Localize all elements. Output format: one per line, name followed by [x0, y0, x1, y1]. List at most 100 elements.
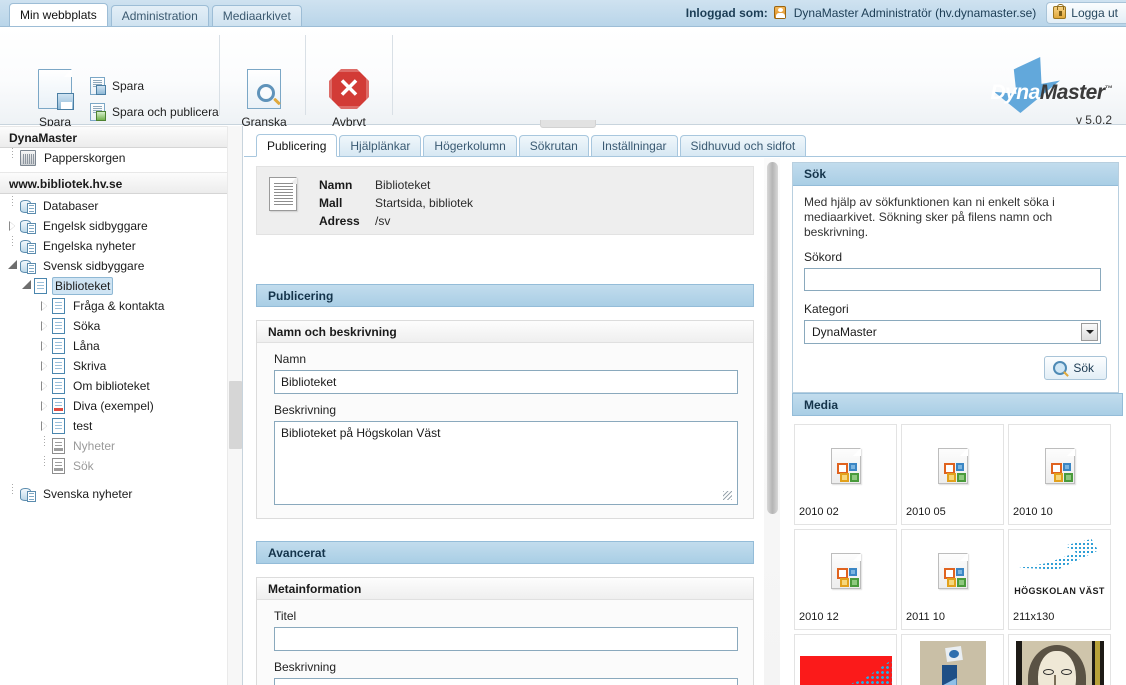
chevron-right-icon[interactable] — [38, 396, 52, 416]
media-thumbnail — [799, 639, 892, 685]
ribbon-collapse-handle[interactable] — [540, 120, 596, 128]
page-icon — [52, 318, 65, 334]
tab-hjalplankar[interactable]: Hjälplänkar — [339, 135, 422, 156]
sidebar-item-engelsk-sidbyggare[interactable]: Engelsk sidbyggare — [0, 216, 242, 236]
publicering-form-scroll-area: Namn Biblioteket Mall Startsida, bibliot… — [244, 158, 774, 685]
chevron-down-icon[interactable] — [20, 276, 34, 296]
sidebar-item-soka[interactable]: Söka — [0, 316, 242, 336]
section-header-publicering: Publicering — [256, 284, 754, 307]
dynamaster-logo: DynaMaster™ v 5.0.2 — [990, 57, 1112, 127]
sidebar-item-test[interactable]: test — [0, 416, 242, 436]
media-thumbnail — [906, 639, 999, 685]
chevron-right-icon[interactable] — [38, 296, 52, 316]
tab-sokrutan[interactable]: Sökrutan — [518, 135, 589, 156]
media-item[interactable] — [794, 634, 897, 685]
save-publish-icon — [90, 103, 106, 121]
tab-sidhuvud-och-sidfot[interactable]: Sidhuvud och sidfot — [679, 135, 807, 156]
media-item-name: 2011 10 — [906, 611, 945, 623]
preview-button[interactable]: Granska — [231, 69, 297, 129]
page-icon — [52, 358, 65, 374]
document-icon — [269, 177, 297, 211]
sidebar-item-om-biblioteket[interactable]: Om biblioteket — [0, 376, 242, 396]
sidebar-item-engelska-nyheter[interactable]: Engelska nyheter — [0, 236, 242, 256]
media-thumbnail — [799, 429, 892, 503]
chevron-right-icon[interactable] — [38, 416, 52, 436]
sidebar-item-lana[interactable]: Låna — [0, 336, 242, 356]
page-info-table: Namn Biblioteket Mall Startsida, bibliot… — [319, 176, 473, 230]
cancel-button[interactable]: ✕ Avbryt — [316, 69, 382, 129]
top-tab-label: Administration — [121, 9, 198, 23]
sidebar-item-label: Svenska nyheter — [43, 487, 133, 501]
ribbon-divider — [392, 35, 393, 115]
tab-installningar[interactable]: Inställningar — [590, 135, 678, 156]
beskrivning-textarea[interactable] — [274, 421, 738, 505]
sidebar-scrollbar-thumb[interactable] — [229, 381, 242, 449]
textarea-resize-handle[interactable] — [723, 491, 732, 500]
media-item[interactable] — [1008, 634, 1111, 685]
info-value: Startsida, bibliotek — [375, 196, 474, 210]
media-panel-title: Media — [792, 393, 1123, 416]
save-menu-item[interactable]: Spara — [90, 77, 144, 95]
chevron-down-icon[interactable] — [1081, 323, 1098, 341]
media-item[interactable]: 2010 02 — [794, 424, 897, 525]
tab-publicering[interactable]: Publicering — [256, 134, 338, 157]
save-button[interactable]: Spara — [22, 69, 88, 129]
chevron-right-icon[interactable] — [38, 316, 52, 336]
sidebar-item-diva-exempel[interactable]: Diva (exempel) — [0, 396, 242, 416]
media-item[interactable] — [901, 634, 1004, 685]
media-thumbnail — [1013, 429, 1106, 503]
top-tab-mediaarkivet[interactable]: Mediaarkivet — [211, 5, 302, 26]
form-scrollbar-thumb[interactable] — [767, 162, 778, 514]
page-info-row-adress: Adress /sv — [319, 212, 473, 230]
logo-text-dyna: Dyna — [990, 81, 1040, 104]
chevron-down-icon[interactable] — [6, 256, 20, 276]
search-icon — [1053, 361, 1068, 375]
media-item[interactable]: 2011 10 — [901, 529, 1004, 630]
sidebar-item-svensk-sidbyggare[interactable]: Svensk sidbyggare — [0, 256, 242, 276]
media-item[interactable]: 2010 10 — [1008, 424, 1111, 525]
user-icon — [773, 6, 786, 19]
kategori-select[interactable]: DynaMaster — [804, 320, 1101, 344]
page-red-icon — [52, 398, 65, 414]
sidebar-scrollbar[interactable] — [227, 126, 242, 685]
ribbon-divider — [219, 35, 220, 115]
media-item[interactable]: HÖGSKOLAN VÄST 211x130 — [1008, 529, 1111, 630]
tab-label: Högerkolumn — [434, 139, 506, 153]
sidebar-item-sok[interactable]: Sök — [0, 456, 242, 476]
sidebar-item-skriva[interactable]: Skriva — [0, 356, 242, 376]
sidebar-item-databaser[interactable]: Databaser — [0, 196, 242, 216]
sokord-input[interactable] — [804, 268, 1101, 291]
media-item[interactable]: 2010 05 — [901, 424, 1004, 525]
save-document-icon — [38, 69, 74, 110]
user-name: DynaMaster Administratör (hv.dynamaster.… — [793, 5, 1037, 20]
sidebar-item-biblioteket[interactable]: Biblioteket — [0, 276, 242, 296]
top-tab-min-webbplats[interactable]: Min webbplats — [9, 3, 108, 26]
meta-beskrivning-textarea[interactable] — [274, 678, 738, 685]
save-and-publish-menu-item[interactable]: Spara och publicera — [90, 103, 219, 121]
search-submit-button[interactable]: Sök — [1044, 356, 1107, 380]
sidebar-item-label: Papperskorgen — [44, 151, 126, 165]
form-scrollbar[interactable] — [764, 158, 780, 685]
chevron-right-icon[interactable] — [38, 336, 52, 356]
namn-input[interactable] — [274, 370, 738, 394]
tab-hogerkolumn[interactable]: Högerkolumn — [423, 135, 517, 156]
page-info-row-namn: Namn Biblioteket — [319, 176, 473, 194]
sidebar-item-fraga-kontakta[interactable]: Fråga & kontakta — [0, 296, 242, 316]
chevron-right-icon[interactable] — [38, 376, 52, 396]
database-icon — [20, 487, 36, 502]
media-item[interactable]: 2010 12 — [794, 529, 897, 630]
top-tab-administration[interactable]: Administration — [110, 5, 209, 26]
cancel-icon: ✕ — [329, 69, 369, 109]
chevron-right-icon[interactable] — [6, 216, 20, 236]
chevron-right-icon[interactable] — [38, 356, 52, 376]
titel-input[interactable] — [274, 627, 738, 651]
panel-title: Namn och beskrivning — [257, 321, 753, 343]
sidebar-item-label: Biblioteket — [52, 277, 114, 295]
kategori-label: Kategori — [804, 302, 849, 316]
sidebar-item-svenska-nyheter[interactable]: Svenska nyheter — [0, 484, 242, 504]
search-button-label: Sök — [1073, 361, 1094, 375]
tree-guide — [6, 236, 20, 256]
logout-button[interactable]: Logga ut — [1046, 1, 1126, 24]
sidebar-item-nyheter[interactable]: Nyheter — [0, 436, 242, 456]
sidebar-item-papperskorgen[interactable]: Papperskorgen — [0, 148, 242, 168]
